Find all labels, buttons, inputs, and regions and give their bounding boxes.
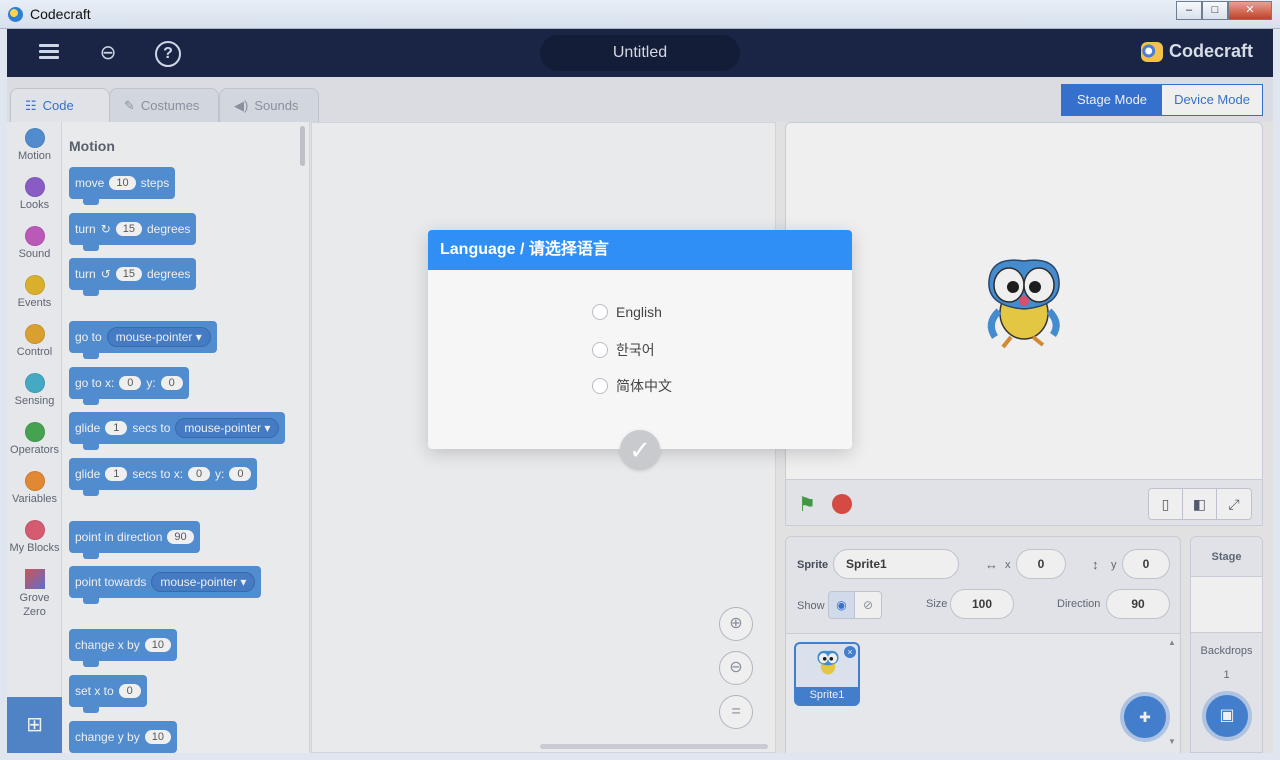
window-controls: – □ ✕ bbox=[1176, 1, 1272, 20]
maximize-button[interactable]: □ bbox=[1202, 1, 1228, 20]
menu-icon[interactable] bbox=[37, 41, 61, 65]
language-label: 简体中文 bbox=[616, 378, 672, 394]
radio-button[interactable] bbox=[592, 378, 608, 394]
language-option-english[interactable]: English bbox=[592, 304, 662, 320]
owl-logo-icon bbox=[1140, 41, 1163, 62]
brand-logo: Codecraft bbox=[1140, 41, 1253, 62]
radio-button[interactable] bbox=[592, 342, 608, 358]
radio-button[interactable] bbox=[592, 304, 608, 320]
project-title[interactable]: Untitled bbox=[540, 35, 740, 71]
language-label: English bbox=[616, 304, 662, 320]
brand-name: Codecraft bbox=[1168, 41, 1253, 61]
language-label: 한국어 bbox=[616, 342, 655, 358]
checkmark-icon: ✓ bbox=[629, 435, 651, 465]
app-icon bbox=[8, 7, 23, 22]
window-title: Codecraft bbox=[30, 6, 91, 22]
dialog-title: Language / 请选择语言 bbox=[428, 230, 852, 270]
language-option-korean[interactable]: 한국어 bbox=[592, 340, 655, 360]
close-window-button[interactable]: ✕ bbox=[1228, 1, 1272, 20]
link-icon[interactable]: ⊖ bbox=[96, 41, 120, 65]
window-titlebar: Codecraft – □ ✕ bbox=[0, 0, 1280, 29]
language-dialog: Language / 请选择语言 English 한국어 简体中文 bbox=[428, 230, 852, 449]
minimize-button[interactable]: – bbox=[1176, 1, 1202, 20]
language-option-chinese[interactable]: 简体中文 bbox=[592, 376, 672, 396]
confirm-button[interactable]: ✓ bbox=[620, 430, 660, 470]
help-icon[interactable]: ? bbox=[155, 41, 181, 67]
app-top-bar: ⊖ ? Untitled Codecraft bbox=[7, 29, 1273, 77]
